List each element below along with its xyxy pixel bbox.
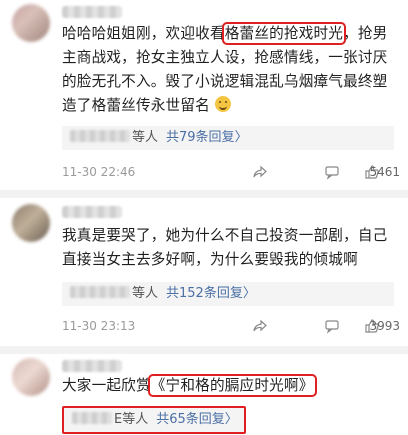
username-blurred[interactable] bbox=[62, 6, 122, 18]
comment-text: 大家一起欣赏《宁和格的膈应时光啊》 bbox=[62, 374, 317, 397]
reply-summary-box[interactable]: E等人 共65条回复〉 bbox=[62, 406, 246, 434]
avatar[interactable] bbox=[12, 358, 50, 396]
share-icon[interactable] bbox=[252, 164, 268, 180]
replier-names-blurred bbox=[72, 412, 112, 424]
reply-count-link[interactable]: 共65条回复 bbox=[156, 412, 225, 427]
comment-icon[interactable] bbox=[324, 318, 340, 334]
username-blurred[interactable] bbox=[62, 206, 122, 218]
timestamp: 11-30 23:13 bbox=[62, 319, 136, 333]
highlighted-phrase: 《宁和格的膈应时光啊》 bbox=[147, 374, 317, 397]
comment-icon[interactable] bbox=[324, 164, 340, 180]
reply-summary[interactable]: 等人 共79条回复〉 bbox=[62, 126, 394, 150]
share-icon[interactable] bbox=[252, 318, 268, 334]
like-count: 5461 bbox=[369, 165, 400, 179]
highlighted-phrase: 格蕾丝的抢戏时光 bbox=[221, 22, 347, 45]
reply-count-link[interactable]: 共152条回复 bbox=[166, 286, 243, 301]
chevron-right-icon: 〉 bbox=[242, 286, 256, 301]
smile-emoji-icon bbox=[214, 96, 231, 112]
replier-names-blurred bbox=[70, 130, 130, 142]
avatar[interactable] bbox=[12, 204, 50, 242]
comment-meta: 11-30 22:46 5461 bbox=[62, 164, 402, 182]
timestamp: 11-30 22:46 bbox=[62, 165, 136, 179]
replier-names-blurred bbox=[70, 286, 130, 298]
avatar[interactable] bbox=[12, 4, 50, 42]
username-blurred[interactable] bbox=[62, 360, 122, 372]
comment-text: 我真是要哭了，她为什么不自己投资一部剧，自己直接当女主去多好啊，为什么要毁我的倾… bbox=[62, 227, 388, 268]
divider bbox=[0, 346, 408, 354]
like-count: 3993 bbox=[369, 319, 400, 333]
reply-summary[interactable]: 等人 共152条回复〉 bbox=[62, 282, 394, 306]
comment-1: 哈哈哈姐姐刚，欢迎收看格蕾丝的抢戏时光，抢男主商战戏，抢女主独立人设，抢感情线，… bbox=[0, 0, 408, 186]
comment-3: 大家一起欣赏《宁和格的膈应时光啊》 E等人 共65条回复〉 bbox=[0, 354, 408, 435]
chevron-right-icon: 〉 bbox=[224, 412, 238, 427]
reply-summary[interactable]: E等人 共65条回复〉 bbox=[62, 406, 394, 434]
comment-2: 我真是要哭了，她为什么不自己投资一部剧，自己直接当女主去多好啊，为什么要毁我的倾… bbox=[0, 198, 408, 348]
comment-text: 哈哈哈姐姐刚，欢迎收看格蕾丝的抢戏时光，抢男主商战戏，抢女主独立人设，抢感情线，… bbox=[62, 22, 388, 114]
divider bbox=[0, 190, 408, 198]
comment-meta: 11-30 23:13 3993 bbox=[62, 318, 402, 336]
chevron-right-icon: 〉 bbox=[234, 130, 248, 145]
reply-count-link[interactable]: 共79条回复 bbox=[166, 130, 235, 145]
